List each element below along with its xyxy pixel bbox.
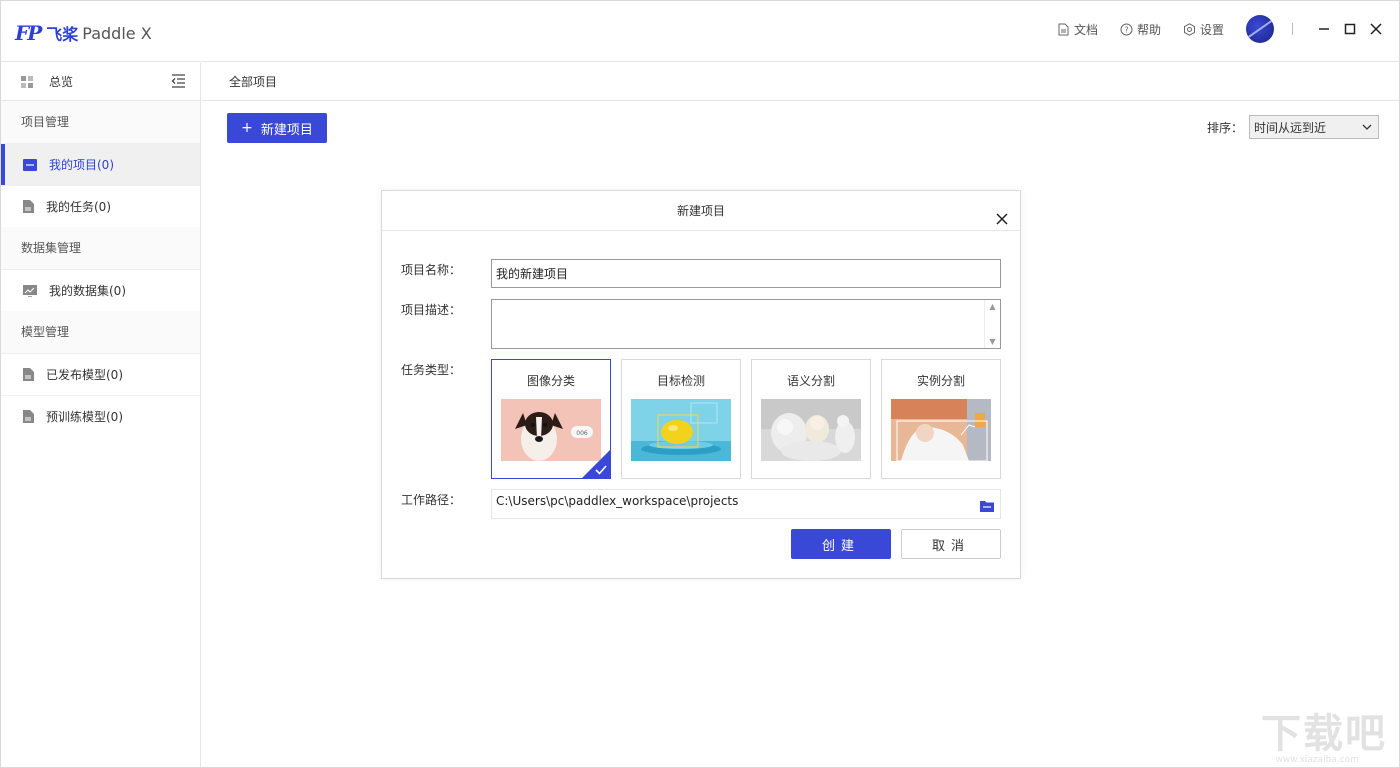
- sidebar-item-label: 预训练模型(0): [46, 410, 123, 424]
- project-desc-label: 项目描述：: [401, 303, 462, 317]
- check-icon: [595, 465, 607, 475]
- sidebar-item-label: 我的任务(0): [46, 200, 111, 214]
- file-icon: [23, 410, 34, 423]
- minimize-button[interactable]: [1311, 16, 1337, 42]
- sort-value: 时间从远到近: [1254, 120, 1327, 135]
- project-name-label: 项目名称：: [401, 263, 462, 277]
- work-path-value: C:\Users\pc\paddlex_workspace\projects: [496, 494, 739, 508]
- minimize-icon: [1319, 28, 1329, 30]
- top-actions: 文档 ? 帮助 设置: [1057, 15, 1399, 43]
- textarea-scrollbar[interactable]: ▲ ▼: [984, 300, 1000, 348]
- task-type-label: 任务类型：: [401, 363, 462, 377]
- settings-label: 设置: [1199, 22, 1224, 37]
- children-thumbnail: [761, 399, 861, 461]
- task-card-classification[interactable]: 图像分类 006: [491, 359, 611, 479]
- task-card-title: 语义分割: [786, 374, 835, 388]
- document-icon: [1058, 23, 1069, 35]
- title-bar: FP 飞桨 Paddle X 文档 ? 帮助 设置: [1, 1, 1399, 62]
- maximize-button[interactable]: [1337, 16, 1363, 42]
- sort-select[interactable]: 时间从远到近: [1249, 115, 1379, 139]
- help-icon: ?: [1120, 23, 1133, 35]
- plus-icon: +: [241, 120, 253, 136]
- project-name-input[interactable]: [491, 259, 1001, 288]
- browse-folder-button[interactable]: [980, 497, 994, 519]
- scroll-up-icon[interactable]: ▲: [989, 302, 995, 311]
- watermark: 下载吧: [1261, 711, 1387, 757]
- svg-text:?: ?: [1124, 25, 1128, 34]
- sidebar-item-my-projects[interactable]: 我的项目(0): [1, 143, 200, 185]
- menu-collapse-icon: [171, 74, 185, 88]
- new-project-label: 新建项目: [260, 122, 313, 138]
- folder-icon: [980, 501, 994, 512]
- settings-link[interactable]: 设置: [1183, 21, 1224, 38]
- task-card-title: 目标检测: [656, 374, 705, 388]
- sidebar: 总览 项目管理 我的项目(0) 我的任务(0) 数据集管理 我的数据集(0) 模…: [1, 63, 201, 767]
- logo-mark: FP: [15, 21, 42, 45]
- group-title-projects: 项目管理: [1, 101, 200, 143]
- sidebar-item-label: 我的数据集(0): [49, 284, 126, 298]
- sidebar-item-label: 我的项目(0): [49, 158, 114, 172]
- sidebar-overview[interactable]: 总览: [1, 63, 200, 101]
- task-card-detection[interactable]: 目标检测: [621, 359, 741, 479]
- work-path-label: 工作路径：: [401, 493, 462, 507]
- avatar[interactable]: [1246, 15, 1274, 43]
- help-label: 帮助: [1136, 22, 1161, 37]
- maximize-icon: [1344, 23, 1356, 35]
- chart-icon: [23, 284, 37, 297]
- new-project-dialog: 新建项目 项目名称： 项目描述： ▲ ▼ 任务类型： 图像分类: [381, 190, 1021, 579]
- watermark-url: www.xiazaiba.com: [1275, 755, 1359, 765]
- task-card-semantic-seg[interactable]: 语义分割: [751, 359, 871, 479]
- sidebar-item-my-tasks[interactable]: 我的任务(0): [1, 185, 200, 227]
- logo-cn-text: 飞桨: [46, 25, 79, 44]
- file-icon: [23, 368, 34, 381]
- app-window: FP 飞桨 Paddle X 文档 ? 帮助 设置 总览 项目管理 我的项目(0…: [0, 0, 1400, 768]
- new-project-button[interactable]: + 新建项目: [227, 113, 327, 143]
- girl-thumbnail: [891, 399, 991, 461]
- file-icon: [23, 200, 34, 213]
- main-header: 全部项目: [202, 63, 1399, 101]
- logo-en-text: Paddle X: [82, 23, 152, 43]
- dialog-title: 新建项目: [676, 204, 725, 218]
- gear-icon: [1183, 22, 1195, 36]
- overview-label: 总览: [49, 75, 74, 89]
- docs-label: 文档: [1073, 22, 1098, 37]
- chevron-down-icon: [1362, 124, 1372, 130]
- help-link[interactable]: ? 帮助: [1120, 21, 1161, 38]
- sort-control: 排序： 时间从远到近: [1207, 115, 1379, 139]
- task-type-cards: 图像分类 006 目标检测 语义分割 实例分割: [491, 359, 1011, 479]
- task-card-instance-seg[interactable]: 实例分割: [881, 359, 1001, 479]
- group-title-models: 模型管理: [1, 311, 200, 353]
- work-path-field[interactable]: C:\Users\pc\paddlex_workspace\projects: [491, 489, 1001, 519]
- group-title-datasets: 数据集管理: [1, 227, 200, 269]
- dashboard-icon: [21, 75, 33, 88]
- sidebar-item-pretrained-models[interactable]: 预训练模型(0): [1, 395, 200, 437]
- docs-link[interactable]: 文档: [1057, 21, 1098, 38]
- collapse-sidebar-button[interactable]: [171, 74, 186, 91]
- class-badge: 006: [576, 430, 588, 437]
- app-logo: FP 飞桨 Paddle X: [15, 19, 152, 47]
- project-desc-textarea[interactable]: ▲ ▼: [491, 299, 1001, 349]
- task-card-title: 图像分类: [526, 374, 575, 388]
- close-icon: [1370, 23, 1382, 35]
- lemon-thumbnail: [631, 399, 731, 461]
- divider: [1292, 23, 1293, 35]
- sidebar-item-published-models[interactable]: 已发布模型(0): [1, 353, 200, 395]
- dialog-header: 新建项目: [382, 191, 1020, 231]
- sidebar-item-my-datasets[interactable]: 我的数据集(0): [1, 269, 200, 311]
- close-window-button[interactable]: [1363, 16, 1389, 42]
- sidebar-item-label: 已发布模型(0): [46, 368, 123, 382]
- close-icon: [996, 213, 1008, 225]
- folder-icon: [23, 158, 37, 171]
- task-card-title: 实例分割: [916, 374, 965, 388]
- create-button[interactable]: 创建: [791, 529, 891, 559]
- sort-label: 排序：: [1206, 120, 1243, 135]
- cancel-button[interactable]: 取消: [901, 529, 1001, 559]
- dialog-close-button[interactable]: [994, 203, 1010, 225]
- scroll-down-icon[interactable]: ▼: [989, 337, 995, 346]
